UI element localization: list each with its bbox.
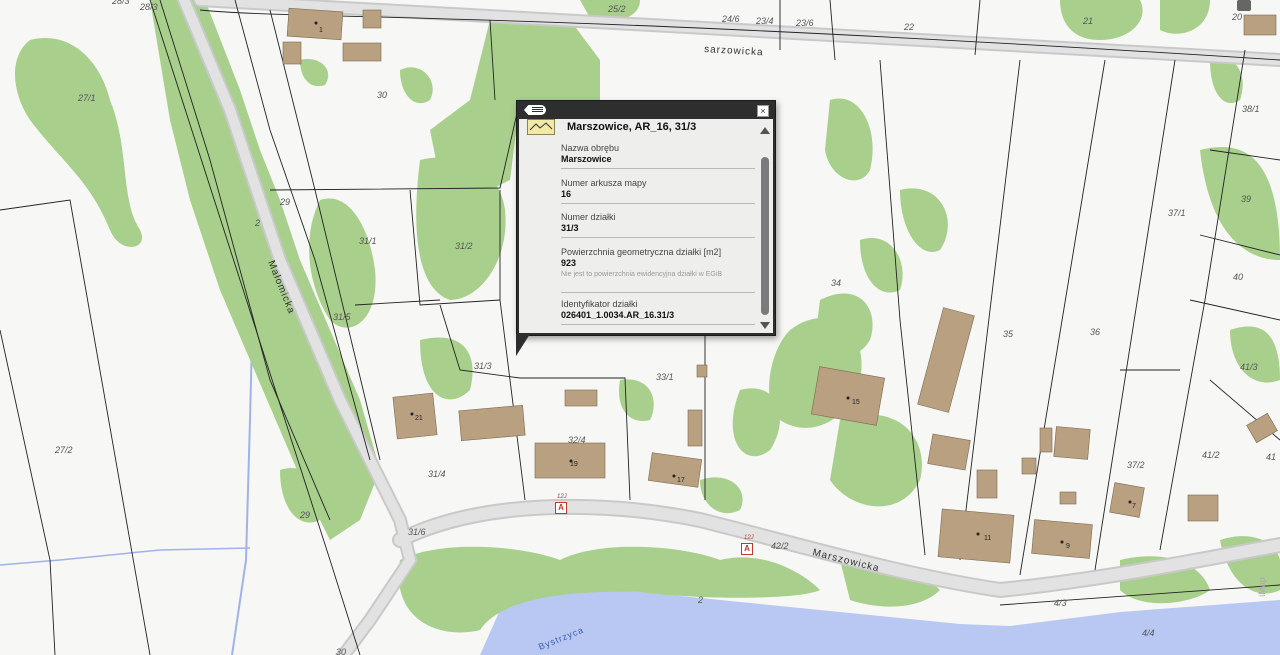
field-numer-dzialki: Numer działki 31/3: [561, 212, 755, 238]
svg-text:27/1: 27/1: [77, 93, 96, 103]
svg-text:31/1: 31/1: [359, 236, 377, 246]
popup-title: Marszowice, AR_16, 31/3: [567, 121, 697, 133]
popup-pointer: [516, 334, 530, 356]
svg-text:30: 30: [377, 90, 387, 100]
popup-header: ×: [517, 101, 775, 119]
field-value: 16: [561, 189, 572, 199]
field-powierzchnia: Powierzchnia geometryczna działki [m2] 9…: [561, 247, 755, 293]
field-value: 31/3: [561, 223, 579, 233]
svg-text:31/2: 31/2: [455, 241, 473, 251]
svg-text:20: 20: [1231, 12, 1242, 22]
parcel-label: 28/3: [111, 0, 130, 6]
field-value: 923: [561, 258, 577, 268]
field-label: Identyfikator działki: [561, 299, 638, 309]
svg-text:33/1: 33/1: [656, 372, 674, 382]
field-value: Marszowice: [561, 154, 612, 164]
address-marker-sublabel: 12J: [557, 494, 567, 500]
field-value: 026401_1.0034.AR_16.31/3: [561, 310, 675, 320]
svg-text:31/4: 31/4: [428, 469, 446, 479]
scroll-down-icon[interactable]: [760, 322, 770, 329]
field-identyfikator: Identyfikator działki 026401_1.0034.AR_1…: [561, 299, 755, 325]
svg-text:35: 35: [1003, 329, 1014, 339]
address-marker[interactable]: A: [555, 502, 567, 514]
address-marker[interactable]: A: [741, 543, 753, 555]
address-marker-sublabel: 12J: [744, 535, 754, 541]
svg-text:2: 2: [254, 218, 260, 228]
svg-text:22: 22: [903, 22, 914, 32]
svg-text:38/1: 38/1: [1242, 104, 1260, 114]
svg-text:32/4: 32/4: [568, 435, 586, 445]
svg-text:19: 19: [570, 461, 578, 468]
field-label: Nazwa obrębu: [561, 143, 620, 153]
svg-text:37/2: 37/2: [1127, 460, 1145, 470]
svg-text:39: 39: [1241, 194, 1251, 204]
svg-text:27/2: 27/2: [54, 445, 73, 455]
svg-text:34: 34: [831, 278, 841, 288]
svg-text:23/6: 23/6: [795, 18, 814, 28]
svg-text:30: 30: [336, 647, 346, 655]
svg-text:2: 2: [697, 595, 703, 605]
field-note: Nie jest to powierzchnia ewidencyjna dzi…: [561, 271, 723, 278]
svg-text:17: 17: [677, 477, 685, 484]
svg-text:11: 11: [984, 535, 991, 542]
svg-text:7: 7: [1132, 503, 1136, 510]
field-arkusz: Numer arkusza mapy 16: [561, 178, 755, 204]
field-obreb: Nazwa obrębu Marszowice: [561, 143, 755, 169]
map-watermark: iMap: [1257, 577, 1268, 597]
svg-text:31/5: 31/5: [333, 312, 352, 322]
svg-text:28/3: 28/3: [139, 2, 158, 12]
svg-text:36: 36: [1090, 327, 1100, 337]
svg-text:37/1: 37/1: [1168, 208, 1186, 218]
svg-text:4/3: 4/3: [1054, 598, 1067, 608]
house-number: 1: [319, 27, 323, 34]
svg-text:41: 41: [1266, 452, 1276, 462]
list-icon[interactable]: [524, 105, 546, 115]
comment-icon[interactable]: [1237, 0, 1251, 11]
scroll-up-icon[interactable]: [760, 127, 770, 134]
svg-text:9: 9: [1066, 543, 1070, 550]
svg-text:21: 21: [1082, 16, 1093, 26]
field-label: Powierzchnia geometryczna działki [m2]: [561, 247, 722, 257]
parcel-info-popup: × Marszowice, AR_16, 31/3 Nazwa obrębu M…: [516, 100, 776, 336]
svg-text:41/2: 41/2: [1202, 450, 1220, 460]
svg-text:21: 21: [415, 415, 423, 422]
svg-text:31/6: 31/6: [408, 527, 426, 537]
field-label: Numer arkusza mapy: [561, 178, 647, 188]
svg-text:24/6: 24/6: [721, 14, 740, 24]
svg-text:31/3: 31/3: [474, 361, 492, 371]
svg-text:29: 29: [279, 197, 290, 207]
popup-body: Marszowice, AR_16, 31/3 Nazwa obrębu Mar…: [519, 119, 773, 333]
svg-text:40: 40: [1233, 272, 1243, 282]
svg-text:42/2: 42/2: [771, 541, 789, 551]
popup-scrollbar[interactable]: [759, 123, 771, 331]
close-icon[interactable]: ×: [757, 105, 769, 117]
field-label: Numer działki: [561, 212, 616, 222]
svg-text:25/2: 25/2: [607, 4, 626, 14]
svg-text:23/4: 23/4: [755, 16, 774, 26]
svg-text:4/4: 4/4: [1142, 628, 1155, 638]
parcel-layer-icon: [527, 119, 555, 135]
svg-text:29: 29: [299, 510, 310, 520]
scroll-thumb[interactable]: [761, 157, 769, 315]
svg-text:41/3: 41/3: [1240, 362, 1258, 372]
svg-text:15: 15: [852, 399, 860, 406]
